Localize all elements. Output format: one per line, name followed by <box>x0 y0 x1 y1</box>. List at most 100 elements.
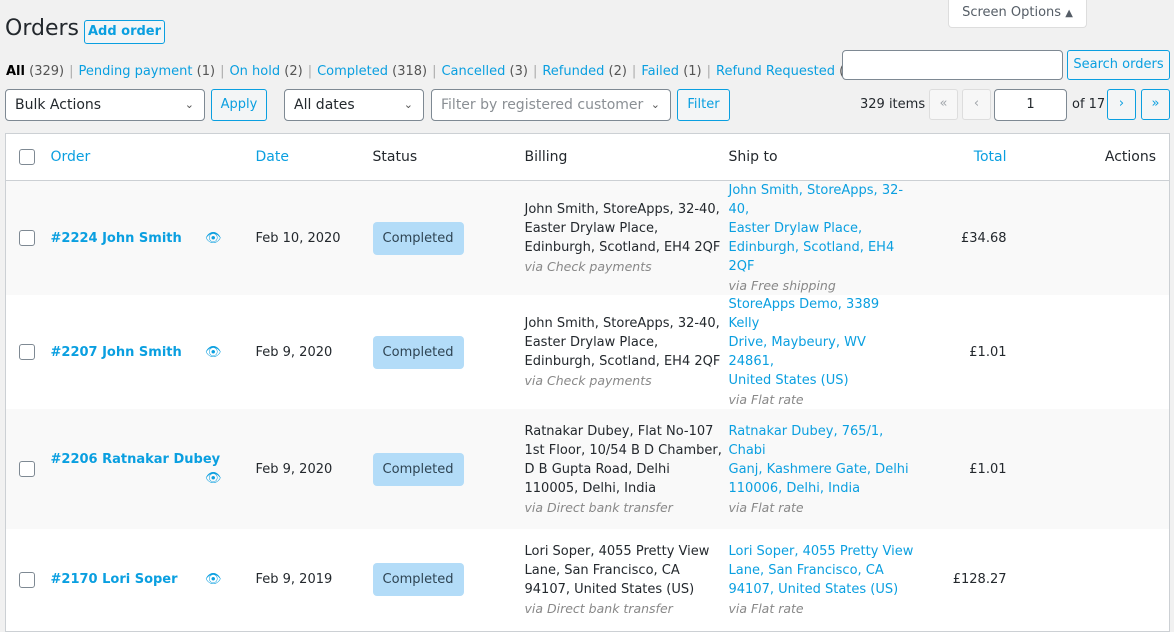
view-label: Refunded <box>542 64 605 79</box>
column-actions: Actions <box>1006 133 1170 181</box>
column-ship-to: Ship to <box>728 133 914 181</box>
items-count: 329 items <box>860 97 926 112</box>
first-page-button[interactable]: « <box>929 89 958 120</box>
separator: | <box>69 64 74 79</box>
billing-line: Easter Drylaw Place, <box>524 221 659 236</box>
ship-line: Lori Soper, 4055 Pretty View <box>728 543 914 559</box>
status-filter-links: All (329) | Pending payment (1) | On hold (2… <box>6 64 858 79</box>
table-row: #2207 John Smith 👁 Feb 9, 2020 Completed … <box>6 295 1170 409</box>
separator: | <box>432 64 437 79</box>
ship-line: Ratnakar Dubey, 765/1, Chabi <box>728 423 884 458</box>
preview-eye-icon[interactable]: 👁 <box>205 343 222 362</box>
apply-button[interactable]: Apply <box>211 89 267 121</box>
ship-line: 94107, United States (US) <box>728 581 899 597</box>
view-link[interactable]: Completed (318) <box>317 64 427 79</box>
ship-line: Drive, Maybeury, WV 24861, <box>728 335 866 369</box>
row-checkbox[interactable] <box>19 230 35 246</box>
select-all-checkbox[interactable] <box>19 149 35 165</box>
preview-eye-icon[interactable]: 👁 <box>205 570 222 589</box>
separator: | <box>532 64 538 79</box>
current-page-input[interactable]: 1 <box>994 89 1067 121</box>
view-count: (2) <box>608 64 627 79</box>
dates-select[interactable]: All dates ⌄ <box>284 89 424 121</box>
column-billing: Billing <box>524 133 729 181</box>
filter-button[interactable]: Filter <box>677 89 730 121</box>
separator: | <box>631 64 637 79</box>
shipping-address[interactable]: Lori Soper, 4055 Pretty View Lane, San Fr… <box>729 529 914 631</box>
prev-page-button[interactable]: ‹ <box>962 89 991 120</box>
billing-line: John Smith, StoreApps, 32-40, <box>524 316 720 331</box>
view-link[interactable]: Cancelled (3) <box>441 64 527 79</box>
search-input[interactable] <box>842 50 1063 80</box>
ship-line: United States (US) <box>728 373 849 388</box>
ship-line: 110006, Delhi, India <box>728 480 861 496</box>
preview-eye-icon[interactable]: 👁 <box>205 229 222 248</box>
shipping-address[interactable]: Ratnakar Dubey, 765/1, Chabi Ganj, Kashme… <box>728 409 914 529</box>
row-actions <box>1007 529 1170 631</box>
table-row: #2170 Lori Soper 👁 Feb 9, 2019 Completed … <box>6 529 1170 631</box>
status-badge: Completed <box>372 563 464 597</box>
order-link[interactable]: #2224 John Smith <box>51 231 182 246</box>
ship-line: Lane, San Francisco, CA <box>728 562 884 578</box>
billing-line: Ratnakar Dubey, Flat No-107 <box>524 423 714 439</box>
billing-address: John Smith, StoreApps, 32-40, Easter Dryl… <box>525 295 729 409</box>
bulk-actions-select[interactable]: Bulk Actions ⌄ <box>5 89 205 121</box>
row-checkbox[interactable] <box>19 571 35 588</box>
separator: | <box>706 64 711 79</box>
separator: | <box>220 64 225 79</box>
view-label: Pending payment <box>78 64 193 79</box>
column-status: Status <box>372 133 525 181</box>
customer-filter-select[interactable]: Filter by registered customer ⌄ <box>431 89 671 121</box>
last-page-button[interactable]: » <box>1141 89 1170 120</box>
preview-eye-icon[interactable]: 👁 <box>205 469 222 488</box>
billing-line: Easter Drylaw Place, <box>524 335 659 350</box>
search-orders-button[interactable]: Search orders <box>1067 50 1170 80</box>
order-link[interactable]: #2170 Lori Soper <box>51 572 178 587</box>
view-count: (2) <box>284 64 303 79</box>
view-label: Cancelled <box>441 64 506 79</box>
view-label: Completed <box>317 64 388 79</box>
add-order-button[interactable]: Add order <box>84 20 165 44</box>
billing-line: Edinburgh, Scotland, EH4 2QF <box>524 354 721 369</box>
row-checkbox[interactable] <box>19 461 35 477</box>
billing-via: via Direct bank transfer <box>524 499 673 515</box>
order-date: Feb 10, 2020 <box>255 180 373 295</box>
order-date: Feb 9, 2020 <box>255 409 373 529</box>
order-link[interactable]: #2206 Ratnakar Dubey <box>51 452 221 467</box>
billing-via: via Check payments <box>524 259 652 274</box>
order-date: Feb 9, 2019 <box>255 572 333 588</box>
screen-options-button[interactable]: Screen Options ▲ <box>948 0 1087 28</box>
orders-table: Order Date Status Billing Ship to Total … <box>5 133 1170 632</box>
page-title: Orders <box>5 16 79 41</box>
view-link[interactable]: All (329) <box>6 64 64 79</box>
billing-line: 1st Floor, 10/54 B D Chamber, <box>524 442 722 458</box>
column-total[interactable]: Total <box>913 133 1007 181</box>
column-order[interactable]: Order <box>50 133 256 181</box>
billing-address: John Smith, StoreApps, 32-40, Easter Dryl… <box>524 180 729 295</box>
view-link[interactable]: Refunded (2) <box>542 64 627 79</box>
view-link[interactable]: Refund Requested (2) <box>716 64 858 79</box>
view-link[interactable]: Pending payment (1) <box>78 64 215 79</box>
shipping-address[interactable]: John Smith, StoreApps, 32-40, Easter Dryl… <box>728 180 914 295</box>
order-total: £1.01 <box>969 344 1007 360</box>
chevron-down-icon: ⌄ <box>403 98 413 111</box>
row-checkbox[interactable] <box>19 344 35 360</box>
order-link[interactable]: #2207 John Smith <box>51 345 182 360</box>
order-date: Feb 9, 2020 <box>255 344 333 360</box>
shipping-address[interactable]: StoreApps Demo, 3389 Kelly Drive, Maybeur… <box>729 295 914 409</box>
billing-line: 94107, United States (US) <box>524 581 695 597</box>
view-count: (329) <box>29 64 65 79</box>
view-count: (318) <box>392 64 428 79</box>
view-link[interactable]: Failed (1) <box>641 64 701 79</box>
view-link[interactable]: On hold (2) <box>229 64 302 79</box>
chevron-down-icon: ⌄ <box>650 98 660 111</box>
row-actions <box>1006 180 1170 295</box>
ship-via: via Flat rate <box>728 499 804 515</box>
billing-line: Lori Soper, 4055 Pretty View <box>524 543 710 559</box>
billing-line: D B Gupta Road, Delhi <box>524 461 670 477</box>
column-date[interactable]: Date <box>255 133 373 181</box>
order-total: £128.27 <box>952 572 1007 588</box>
view-label: All <box>6 64 25 79</box>
next-page-button[interactable]: › <box>1107 89 1136 120</box>
row-actions <box>1006 409 1170 529</box>
